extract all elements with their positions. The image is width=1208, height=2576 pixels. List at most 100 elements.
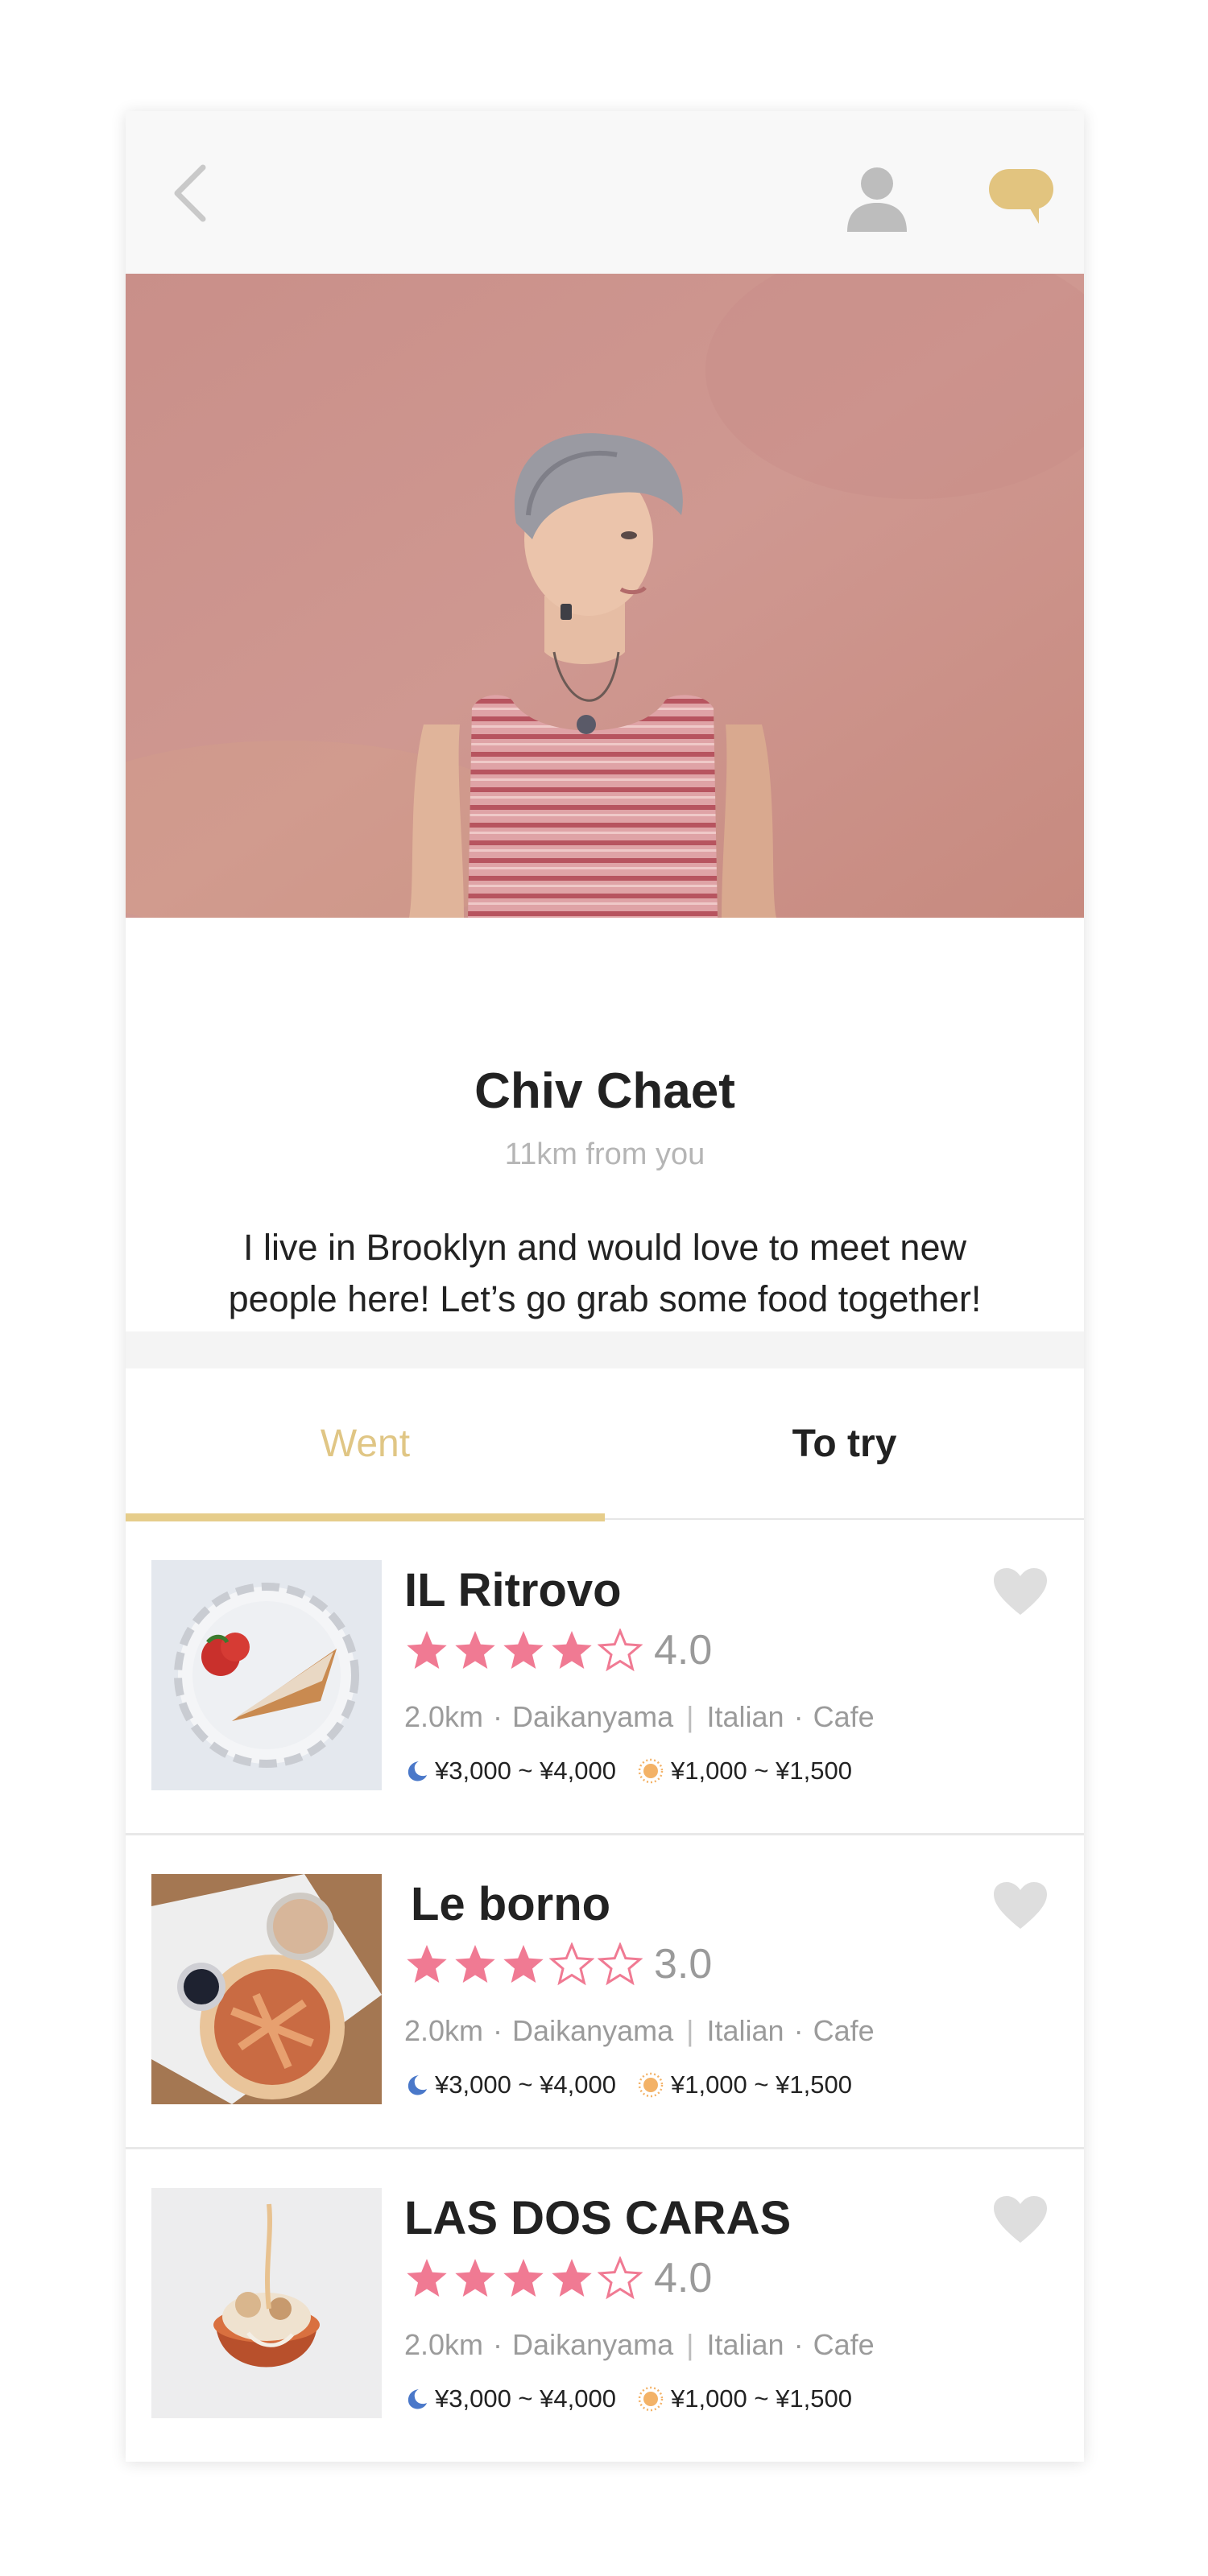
star-rating: 4.0 [404,1624,712,1676]
photo-pager-dot[interactable] [679,992,692,1005]
star-filled-icon [503,1945,544,1983]
restaurant-type: Cafe [813,2014,875,2047]
restaurant-name: LAS DOS CARAS [404,2192,792,2244]
star-filled-icon [407,1945,447,1983]
restaurant-cuisine: Italian [706,2014,784,2047]
star-empty-icon [598,1629,643,1672]
restaurant-area: Daikanyama [512,2014,674,2047]
restaurant-cuisine: Italian [706,1700,784,1733]
dinner-price-text: ¥3,000 ~ ¥4,000 [435,2070,616,2099]
moon-icon [407,1761,427,1781]
profile-name: Chiv Chaet [474,1063,735,1119]
restaurant-prices: ¥3,000 ~ ¥4,000 ¥1,000 ~ ¥1,500 [404,1757,873,1785]
restaurant-list: IL Ritrovo 4.0 2.0km · Daikanyama | Ital… [126,1521,1084,2462]
restaurant-thumbnail [151,1560,382,1790]
dinner-price: ¥3,000 ~ ¥4,000 [404,2070,616,2099]
sun-icon [638,2386,664,2412]
dot-separator: · [493,2328,503,2361]
dinner-price: ¥3,000 ~ ¥4,000 [404,2384,616,2413]
profile-button[interactable] [841,161,913,233]
photo-pager [126,986,1084,1010]
tart-photo [151,1560,382,1790]
chat-button[interactable] [986,164,1058,229]
heart-icon [994,2196,1047,2243]
star-filled-icon [407,1631,447,1669]
chevron-left-icon [174,164,206,222]
restaurant-item[interactable]: LAS DOS CARAS 4.0 2.0km · Daikanyama | I… [126,2149,1084,2462]
bar-separator: | [686,2014,694,2047]
rating-score: 3.0 [654,1941,713,1988]
stars-container [404,1629,646,1672]
favorite-button[interactable] [992,1567,1049,1616]
favorite-button[interactable] [992,1880,1049,1930]
rating-score: 4.0 [654,2255,713,2301]
stars-container [404,1942,646,1986]
photo-pager-dot[interactable] [518,992,531,1005]
dinner-price: ¥3,000 ~ ¥4,000 [404,1757,616,1785]
heart-icon [994,1568,1047,1615]
restaurant-prices: ¥3,000 ~ ¥4,000 ¥1,000 ~ ¥1,500 [404,2384,873,2413]
dot-separator: · [793,1700,804,1733]
star-empty-icon [598,2256,643,2300]
sun-icon [638,2072,664,2098]
section-divider [126,1331,1084,1368]
restaurant-meta: 2.0km · Daikanyama | Italian · Cafe [404,2014,875,2048]
tab-went[interactable]: Went [126,1368,605,1518]
bar-separator: | [686,1700,694,1733]
moon-icon [407,2389,427,2409]
restaurant-name: IL Ritrovo [404,1564,622,1616]
dinner-price-text: ¥3,000 ~ ¥4,000 [435,1757,616,1785]
photo-pager-dot[interactable] [639,992,652,1005]
user-icon [847,167,907,232]
lunch-price: ¥1,000 ~ ¥1,500 [637,2384,852,2413]
profile-bio: I live in Brooklyn and would love to mee… [228,1227,982,1319]
star-filled-icon [455,2259,495,2297]
star-empty-icon [598,1942,643,1986]
chat-bubble-icon [989,169,1053,224]
restaurant-prices: ¥3,000 ~ ¥4,000 ¥1,000 ~ ¥1,500 [404,2070,873,2099]
restaurant-type: Cafe [813,1700,875,1733]
restaurant-area: Daikanyama [512,2328,674,2361]
tab-to-try[interactable]: To try [605,1368,1084,1518]
restaurant-meta: 2.0km · Daikanyama | Italian · Cafe [404,2328,875,2362]
restaurant-thumbnail [151,1874,382,2104]
star-rating: 3.0 [404,1938,712,1990]
restaurant-type: Cafe [813,2328,875,2361]
star-filled-icon [503,1631,544,1669]
profile-photo[interactable] [126,274,1084,918]
star-filled-icon [503,2259,544,2297]
star-filled-icon [552,1631,592,1669]
favorite-button[interactable] [992,2194,1049,2244]
restaurant-item[interactable]: IL Ritrovo 4.0 2.0km · Daikanyama | Ital… [126,1521,1084,1835]
star-filled-icon [407,2259,447,2297]
tab-bar: Went To try [126,1368,1084,1521]
photo-pager-dot[interactable] [598,992,611,1005]
star-filled-icon [552,2259,592,2297]
heart-icon [994,1882,1047,1929]
dot-separator: · [493,2014,503,2047]
portrait-image [126,274,1084,918]
photo-pager-dot[interactable] [558,992,571,1005]
restaurant-name: Le borno [411,1878,611,1930]
sun-icon [638,1758,664,1784]
star-empty-icon [549,1942,594,1986]
lunch-price-text: ¥1,000 ~ ¥1,500 [670,1757,852,1785]
back-button[interactable] [166,161,222,225]
dot-separator: · [793,2328,804,2361]
restaurant-distance: 2.0km [404,2014,484,2047]
lunch-price: ¥1,000 ~ ¥1,500 [637,2070,852,2099]
top-bar [126,111,1084,274]
star-filled-icon [455,1631,495,1669]
restaurant-item[interactable]: Le borno 3.0 2.0km · Daikanyama | Italia… [126,1835,1084,2149]
waffle-photo [151,1874,382,2104]
bowl-photo [151,2188,382,2418]
lunch-price-text: ¥1,000 ~ ¥1,500 [670,2384,852,2413]
profile-card: Chiv Chaet 11km from you I live in Brook… [126,111,1084,2462]
rating-score: 4.0 [654,1627,713,1674]
dot-separator: · [493,1700,503,1733]
dinner-price-text: ¥3,000 ~ ¥4,000 [435,2384,616,2413]
bar-separator: | [686,2328,694,2361]
star-rating: 4.0 [404,2252,712,2304]
moon-icon [407,2075,427,2095]
restaurant-distance: 2.0km [404,1700,484,1733]
